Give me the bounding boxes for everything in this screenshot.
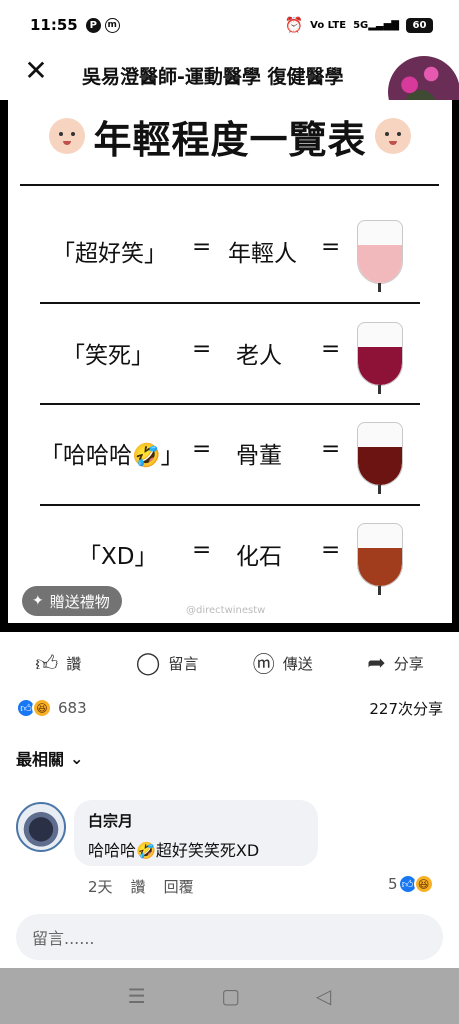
pinterest-notification-icon: P bbox=[85, 17, 101, 33]
volte-indicator: Vo LTE bbox=[310, 19, 347, 31]
gift-icon: ✦ bbox=[32, 593, 44, 609]
wine-glass-icon bbox=[357, 422, 403, 494]
alarm-icon: ⏰ bbox=[284, 16, 304, 34]
post-image[interactable]: 年輕程度一覽表 「超好笑」 = 年輕人 = 「笑死」 = 老人 = 「哈哈哈🤣」… bbox=[0, 100, 459, 632]
equals-sign: = bbox=[192, 336, 212, 362]
menu-icon[interactable]: ☰ bbox=[128, 984, 146, 1008]
comment-bubble[interactable]: 白宗月 哈哈哈🤣超好笑笑死XD bbox=[74, 800, 318, 866]
baby-face-icon bbox=[49, 118, 86, 154]
comment-reply-button[interactable]: 回覆 bbox=[164, 876, 194, 897]
comment-item: 白宗月 哈哈哈🤣超好笑笑死XD 2天 讚 回覆 5 👍︎ 😆︎ bbox=[16, 800, 446, 900]
reaction-count[interactable]: 683 bbox=[58, 699, 87, 717]
haha-reaction-icon: 😆︎ bbox=[413, 874, 434, 894]
wine-glass-icon bbox=[357, 322, 403, 394]
comment-reactions[interactable]: 5 👍︎ 😆︎ bbox=[388, 874, 434, 894]
row-meaning: 年輕人 bbox=[228, 241, 297, 267]
status-time: 11:55 bbox=[30, 16, 78, 34]
back-icon[interactable]: ◁ bbox=[316, 984, 331, 1008]
comparison-row: 「超好笑」 = 年輕人 = bbox=[40, 200, 420, 300]
comment-label: 留言 bbox=[168, 654, 199, 673]
reactions-summary[interactable]: 👍︎ 😆︎ bbox=[16, 698, 52, 718]
commenter-name[interactable]: 白宗月 bbox=[88, 810, 304, 831]
like-label: 讚 bbox=[66, 654, 82, 673]
row-phrase: 「超好笑」 bbox=[52, 241, 167, 267]
send-button[interactable]: ⓜ 傳送 bbox=[253, 647, 313, 679]
equals-sign: = bbox=[192, 234, 212, 260]
equals-sign: = bbox=[321, 336, 341, 362]
post-stats: 👍︎ 😆︎ 683 227次分享 bbox=[0, 692, 459, 724]
row-meaning: 骨董 bbox=[236, 443, 282, 469]
share-count[interactable]: 227次分享 bbox=[369, 698, 443, 719]
comment-like-button[interactable]: 讚 bbox=[131, 876, 146, 897]
signal-icon: 5G▂▃▅▇ bbox=[353, 19, 399, 31]
equals-sign: = bbox=[192, 436, 212, 462]
comparison-row: 「笑死」 = 老人 = bbox=[40, 302, 420, 402]
notification-icons: P m bbox=[85, 17, 120, 33]
network-type: 5G bbox=[353, 19, 369, 31]
battery-icon: 60 bbox=[406, 17, 433, 33]
comment-sort-dropdown[interactable]: 最相關 ⌄ bbox=[16, 746, 83, 770]
post-action-bar: 👍︎ 讚 ◯ 留言 ⓜ 傳送 ➦ 分享 bbox=[0, 640, 459, 686]
comment-input-placeholder: 留言...... bbox=[32, 929, 95, 948]
wine-glass-icon bbox=[357, 220, 403, 292]
infographic-title: 年輕程度一覽表 bbox=[93, 117, 367, 162]
sort-label: 最相關 bbox=[16, 750, 65, 769]
comment-bubble-icon: ◯ bbox=[135, 650, 161, 676]
row-phrase: 「哈哈哈🤣」 bbox=[40, 443, 184, 469]
chevron-down-icon: ⌄ bbox=[70, 748, 84, 768]
share-arrow-icon: ➦ bbox=[367, 650, 386, 676]
like-button[interactable]: 👍︎ 讚 bbox=[35, 650, 81, 677]
messenger-icon: ⓜ bbox=[252, 653, 275, 678]
send-label: 傳送 bbox=[282, 654, 313, 673]
haha-reaction-icon: 😆︎ bbox=[32, 698, 52, 718]
row-meaning: 老人 bbox=[236, 343, 282, 369]
comment-reaction-count: 5 bbox=[388, 875, 398, 893]
infographic-card: 年輕程度一覽表 「超好笑」 = 年輕人 = 「笑死」 = 老人 = 「哈哈哈🤣」… bbox=[8, 100, 452, 623]
page-name[interactable]: 吳易澄醫師-運動醫學 復健醫學 bbox=[82, 62, 344, 89]
equals-sign: = bbox=[192, 537, 212, 563]
comment-text: 哈哈哈🤣超好笑笑死XD bbox=[88, 841, 260, 860]
baby-face-icon bbox=[374, 118, 411, 154]
wine-glass-icon bbox=[357, 523, 403, 595]
infographic-header: 年輕程度一覽表 bbox=[8, 106, 452, 166]
share-label: 分享 bbox=[393, 654, 424, 673]
post-header: ✕ 吳易澄醫師-運動醫學 復健醫學 bbox=[0, 50, 459, 128]
equals-sign: = bbox=[321, 234, 341, 260]
row-meaning: 化石 bbox=[236, 544, 282, 570]
system-icons: ⏰ Vo LTE 5G▂▃▅▇ 60 bbox=[284, 16, 433, 34]
status-bar: 11:55 P m ⏰ Vo LTE 5G▂▃▅▇ 60 bbox=[0, 0, 459, 50]
watermark: @directwinestw bbox=[186, 605, 266, 616]
comment-time: 2天 bbox=[88, 878, 113, 896]
commenter-avatar[interactable] bbox=[16, 802, 66, 852]
comment-button[interactable]: ◯ 留言 bbox=[136, 651, 199, 676]
share-button[interactable]: ➦ 分享 bbox=[367, 651, 423, 676]
comment-input[interactable]: 留言...... bbox=[16, 914, 443, 960]
close-icon[interactable]: ✕ bbox=[22, 57, 50, 85]
comment-meta: 2天 讚 回覆 bbox=[88, 876, 194, 897]
comparison-row: 「哈哈哈🤣」 = 骨董 = bbox=[40, 402, 420, 502]
title-divider bbox=[20, 184, 439, 186]
system-nav-bar: ☰ ▢ ◁ bbox=[0, 968, 459, 1024]
row-phrase: 「XD」 bbox=[78, 544, 158, 570]
messenger-notification-icon: m bbox=[104, 17, 120, 33]
home-icon[interactable]: ▢ bbox=[221, 984, 240, 1008]
send-gift-label: 贈送禮物 bbox=[49, 592, 110, 611]
equals-sign: = bbox=[321, 537, 341, 563]
send-gift-button[interactable]: ✦ 贈送禮物 bbox=[22, 586, 122, 616]
row-phrase: 「笑死」 bbox=[62, 343, 154, 369]
thumbs-up-icon: 👍︎ bbox=[35, 651, 59, 677]
equals-sign: = bbox=[321, 436, 341, 462]
